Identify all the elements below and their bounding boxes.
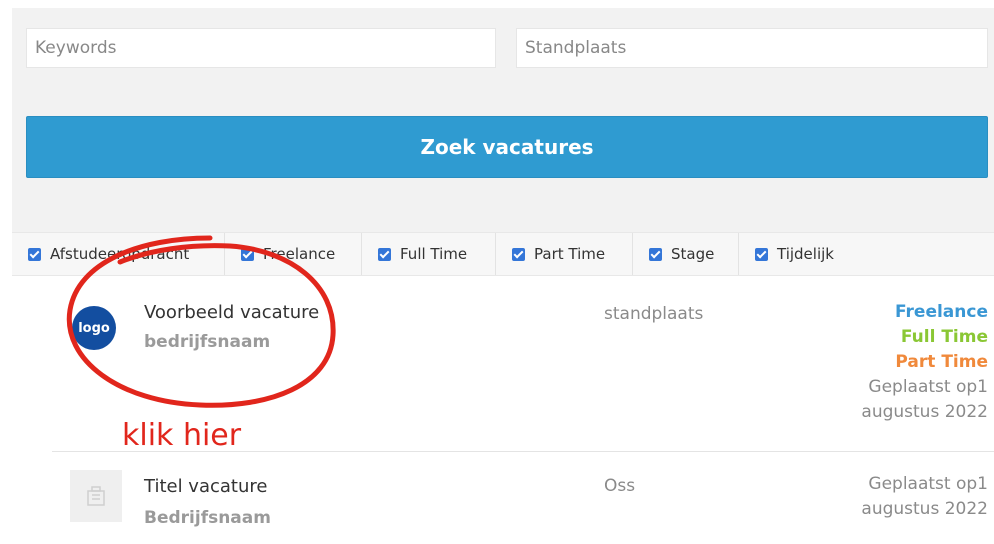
job-type-full-time: Full Time: [900, 327, 988, 347]
checkbox-checked-icon[interactable]: [755, 247, 768, 261]
posted-date-line1: Geplaatst op1: [868, 377, 988, 397]
job-location: standplaats: [604, 304, 704, 324]
job-location: Oss: [604, 476, 636, 496]
filter-part-time[interactable]: Part Time: [495, 233, 632, 275]
location-input[interactable]: Standplaats: [516, 28, 988, 68]
search-vacancies-button[interactable]: Zoek vacatures: [26, 116, 988, 178]
company-name: Bedrijfsnaam: [144, 508, 271, 528]
company-logo: logo: [72, 306, 116, 350]
job-type-filter-bar: Afstudeeropdracht Freelance Full Time Pa…: [12, 232, 994, 276]
filter-freelance[interactable]: Freelance: [224, 233, 361, 275]
filter-label: Full Time: [400, 245, 468, 263]
job-meta: Geplaatst op1 augustus 2022: [861, 472, 988, 522]
logo-text: logo: [78, 320, 110, 336]
checkbox-checked-icon[interactable]: [28, 247, 41, 261]
building-placeholder-icon: [70, 470, 122, 522]
filter-tijdelijk[interactable]: Tijdelijk: [738, 233, 868, 275]
checkbox-checked-icon[interactable]: [512, 247, 525, 261]
filter-label: Part Time: [534, 245, 606, 263]
job-type-part-time: Part Time: [895, 352, 988, 372]
job-title[interactable]: Voorbeeld vacature: [144, 302, 319, 323]
checkbox-checked-icon[interactable]: [649, 247, 662, 261]
filter-label: Afstudeeropdracht: [50, 245, 190, 263]
keywords-input[interactable]: Keywords: [26, 28, 496, 68]
posted-date-line1: Geplaatst op1: [868, 474, 988, 494]
company-name: bedrijfsnaam: [144, 332, 271, 352]
filter-label: Freelance: [263, 245, 336, 263]
checkbox-checked-icon[interactable]: [241, 247, 254, 261]
checkbox-checked-icon[interactable]: [378, 247, 391, 261]
filter-full-time[interactable]: Full Time: [361, 233, 495, 275]
job-type-freelance: Freelance: [895, 302, 988, 322]
filter-label: Stage: [671, 245, 715, 263]
posted-date-line2: augustus 2022: [861, 499, 988, 519]
job-listing[interactable]: Titel vacature Bedrijfsnaam Oss Geplaats…: [52, 451, 994, 544]
posted-date-line2: augustus 2022: [861, 402, 988, 422]
annotation-label: klik hier: [122, 418, 242, 453]
search-panel: Keywords Standplaats Zoek vacatures: [12, 8, 994, 232]
filter-stage[interactable]: Stage: [632, 233, 738, 275]
filter-afstudeeropdracht[interactable]: Afstudeeropdracht: [12, 233, 224, 275]
job-title[interactable]: Titel vacature: [144, 476, 267, 497]
job-meta: Freelance Full Time Part Time Geplaatst …: [861, 300, 988, 425]
filter-label: Tijdelijk: [777, 245, 834, 263]
